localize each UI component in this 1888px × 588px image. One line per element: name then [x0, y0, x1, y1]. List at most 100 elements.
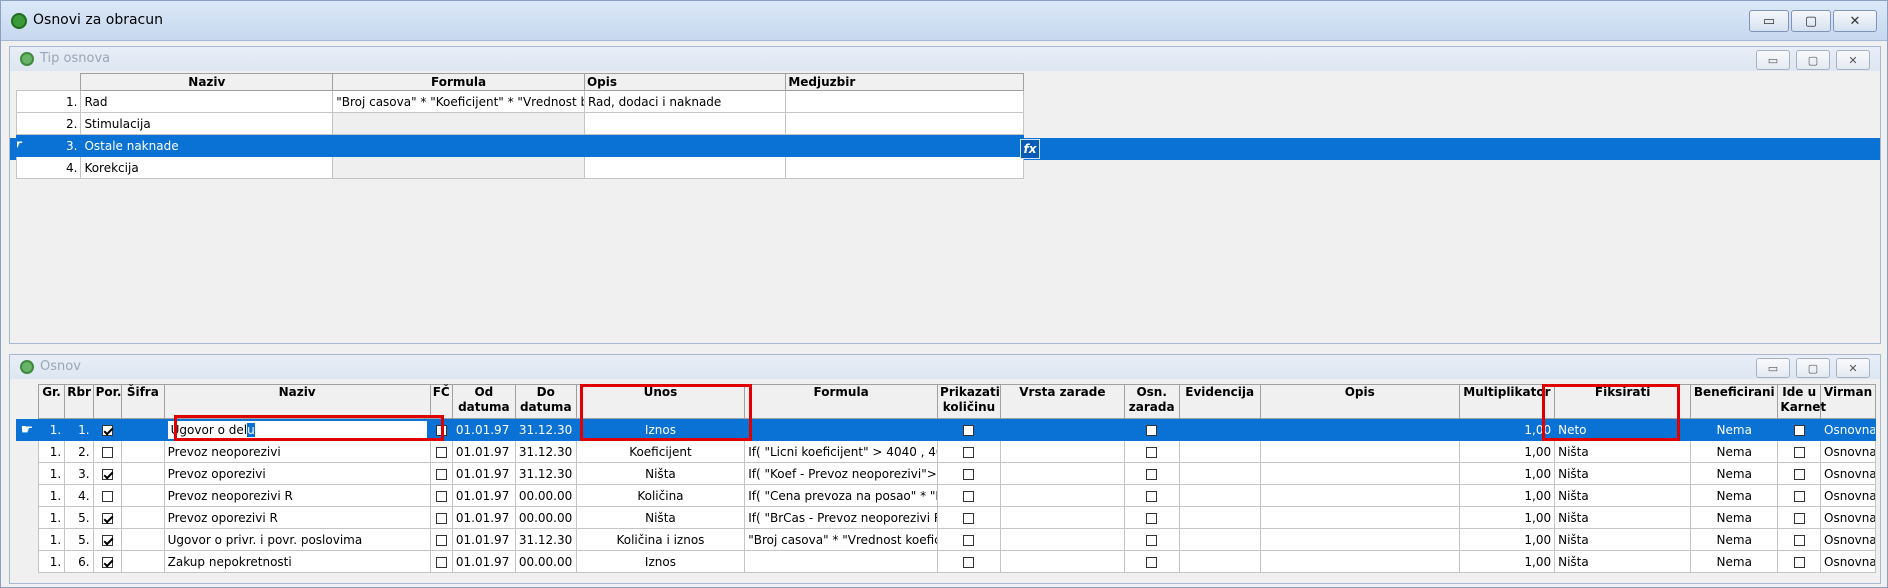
cell-evidencija[interactable]: [1178, 484, 1261, 507]
cell-naziv[interactable]: Korekcija: [80, 156, 334, 179]
cell-naziv[interactable]: Zakup nepokretnosti: [163, 550, 431, 573]
col-vrsta-zarade[interactable]: Vrsta zarade: [999, 384, 1125, 419]
cell-beneficirani[interactable]: Nema: [1690, 550, 1779, 573]
panel-minimize-button[interactable]: ▭: [1756, 50, 1790, 70]
cell-do-datuma[interactable]: 00.00.00: [514, 506, 577, 529]
cell-multiplikator[interactable]: 1,00: [1458, 484, 1556, 507]
cell-multiplikator[interactable]: 1,00: [1458, 440, 1556, 463]
formula-fx-button[interactable]: fx: [1020, 139, 1040, 159]
cell-formula[interactable]: If( "Licni koeficijent" > 4040 , 4040: [744, 440, 939, 463]
cell-formula[interactable]: If( "Cena prevoza na posao" * "Br: [744, 484, 939, 507]
cell-opis[interactable]: Rad, dodaci i naknade: [583, 90, 787, 113]
cell-unos[interactable]: Količina: [575, 484, 746, 507]
cell-por[interactable]: [92, 506, 123, 529]
cell-por[interactable]: [92, 550, 123, 573]
cell-rbr[interactable]: 4.: [64, 484, 94, 507]
col-formula[interactable]: Formula: [744, 384, 939, 419]
cell-unos[interactable]: Količina i iznos: [575, 528, 746, 551]
cell-formula[interactable]: [332, 156, 585, 179]
checkbox[interactable]: [435, 512, 447, 524]
cell-medjuzbir[interactable]: [785, 90, 1024, 113]
cell-rbr[interactable]: 5.: [64, 528, 94, 551]
col-ide-u-karnet[interactable]: Ide u Karnet: [1777, 384, 1826, 419]
cell-fiksirati[interactable]: Ništa: [1554, 484, 1692, 507]
cell-vrsta-zarade[interactable]: [999, 550, 1125, 573]
col-multiplikator[interactable]: Multiplikator: [1458, 384, 1556, 419]
cell-naziv[interactable]: Stimulacija: [80, 112, 334, 135]
cell-opis[interactable]: [1259, 550, 1460, 573]
checkbox[interactable]: [963, 556, 975, 568]
cell-opis[interactable]: [583, 112, 787, 135]
cell-vrsta-zarade[interactable]: [999, 440, 1125, 463]
checkbox[interactable]: [1146, 490, 1158, 502]
cell-vrsta-zarade[interactable]: [999, 506, 1125, 529]
cell-virman[interactable]: Osnovna: [1820, 418, 1876, 441]
cell-virman[interactable]: Osnovna: [1820, 440, 1876, 463]
checkbox[interactable]: [1146, 512, 1158, 524]
table-row-selected[interactable]: ☛3. Ostale naknade: [15, 134, 1024, 157]
table-row[interactable]: 1. Rad "Broj casova" * "Koeficijent" * "…: [15, 90, 1024, 113]
table-row[interactable]: 1. 3. Prevoz oporezivi 01.01.97 31.12.30 Ništ…: [16, 462, 1876, 485]
checkbox[interactable]: [1793, 556, 1805, 568]
cell-naziv[interactable]: Prevoz oporezivi: [163, 462, 431, 485]
cell-opis[interactable]: [1259, 440, 1460, 463]
cell-formula[interactable]: If( "BrCas - Prevoz neoporezivi R: [744, 506, 939, 529]
cell-unos[interactable]: Koeficijent: [575, 440, 746, 463]
cell-od-datuma[interactable]: 01.01.97: [451, 462, 516, 485]
checkbox[interactable]: [1146, 446, 1158, 458]
cell-evidencija[interactable]: [1178, 440, 1261, 463]
cell-gr[interactable]: 1.: [37, 550, 66, 573]
cell-multiplikator[interactable]: 1,00: [1458, 462, 1556, 485]
cell-por[interactable]: [92, 440, 123, 463]
panel-maximize-button[interactable]: ▢: [1796, 358, 1830, 378]
cell-naziv[interactable]: Prevoz neoporezivi R: [163, 484, 431, 507]
cell-beneficirani[interactable]: Nema: [1690, 484, 1779, 507]
cell-prikazati-kolicinu[interactable]: [937, 484, 1001, 507]
cell-evidencija[interactable]: [1178, 506, 1261, 529]
cell-gr[interactable]: 1.: [37, 506, 66, 529]
checkbox[interactable]: [963, 512, 975, 524]
cell-rbr[interactable]: 1.: [64, 418, 94, 441]
cell-od-datuma[interactable]: 01.01.97: [451, 550, 516, 573]
cell-sifra[interactable]: [121, 484, 165, 507]
cell-prikazati-kolicinu[interactable]: [937, 418, 1001, 441]
table-row[interactable]: 1. 6. Zakup nepokretnosti 01.01.97 00.00.00 I…: [16, 550, 1876, 573]
cell-beneficirani[interactable]: Nema: [1690, 506, 1779, 529]
cell-osn-zarada[interactable]: [1123, 418, 1180, 441]
cell-naziv[interactable]: Prevoz oporezivi R: [163, 506, 431, 529]
cell-gr[interactable]: 1.: [37, 484, 66, 507]
cell-opis[interactable]: [1259, 506, 1460, 529]
cell-ide-u-karnet[interactable]: [1777, 484, 1822, 507]
cell-formula[interactable]: [744, 418, 939, 441]
cell-osn-zarada[interactable]: [1123, 528, 1180, 551]
checkbox[interactable]: [1146, 424, 1158, 436]
maximize-button[interactable]: ▢: [1791, 10, 1831, 32]
col-gr[interactable]: Gr.: [37, 384, 66, 419]
close-button[interactable]: ✕: [1833, 10, 1877, 32]
cell-od-datuma[interactable]: 01.01.97: [451, 440, 516, 463]
cell-prikazati-kolicinu[interactable]: [937, 440, 1001, 463]
col-medjuzbir[interactable]: Medjuzbir: [785, 73, 1024, 91]
cell-gr[interactable]: 1.: [37, 418, 66, 441]
cell-osn-zarada[interactable]: [1123, 440, 1180, 463]
checkbox[interactable]: [101, 446, 113, 458]
cell-beneficirani[interactable]: Nema: [1690, 440, 1779, 463]
checkbox[interactable]: [1146, 468, 1158, 480]
cell-naziv[interactable]: Ugovor o privr. i povr. poslovima: [163, 528, 431, 551]
checkbox[interactable]: [101, 424, 113, 436]
cell-rbr[interactable]: 3.: [64, 462, 94, 485]
checkbox[interactable]: [963, 424, 975, 436]
checkbox[interactable]: [101, 534, 113, 546]
cell-unos[interactable]: Ništa: [575, 462, 746, 485]
cell-sifra[interactable]: [121, 462, 165, 485]
cell-vrsta-zarade[interactable]: [999, 528, 1125, 551]
checkbox[interactable]: [435, 468, 447, 480]
col-opis[interactable]: Opis: [1259, 384, 1460, 419]
cell-evidencija[interactable]: [1178, 462, 1261, 485]
checkbox[interactable]: [1146, 556, 1158, 568]
cell-fc[interactable]: [429, 440, 453, 463]
cell-vrsta-zarade[interactable]: [999, 484, 1125, 507]
cell-rbr[interactable]: 2.: [64, 440, 94, 463]
cell-osn-zarada[interactable]: [1123, 484, 1180, 507]
table-row[interactable]: 1. 2. Prevoz neoporezivi 01.01.97 31.12.30 Ko…: [16, 440, 1876, 463]
